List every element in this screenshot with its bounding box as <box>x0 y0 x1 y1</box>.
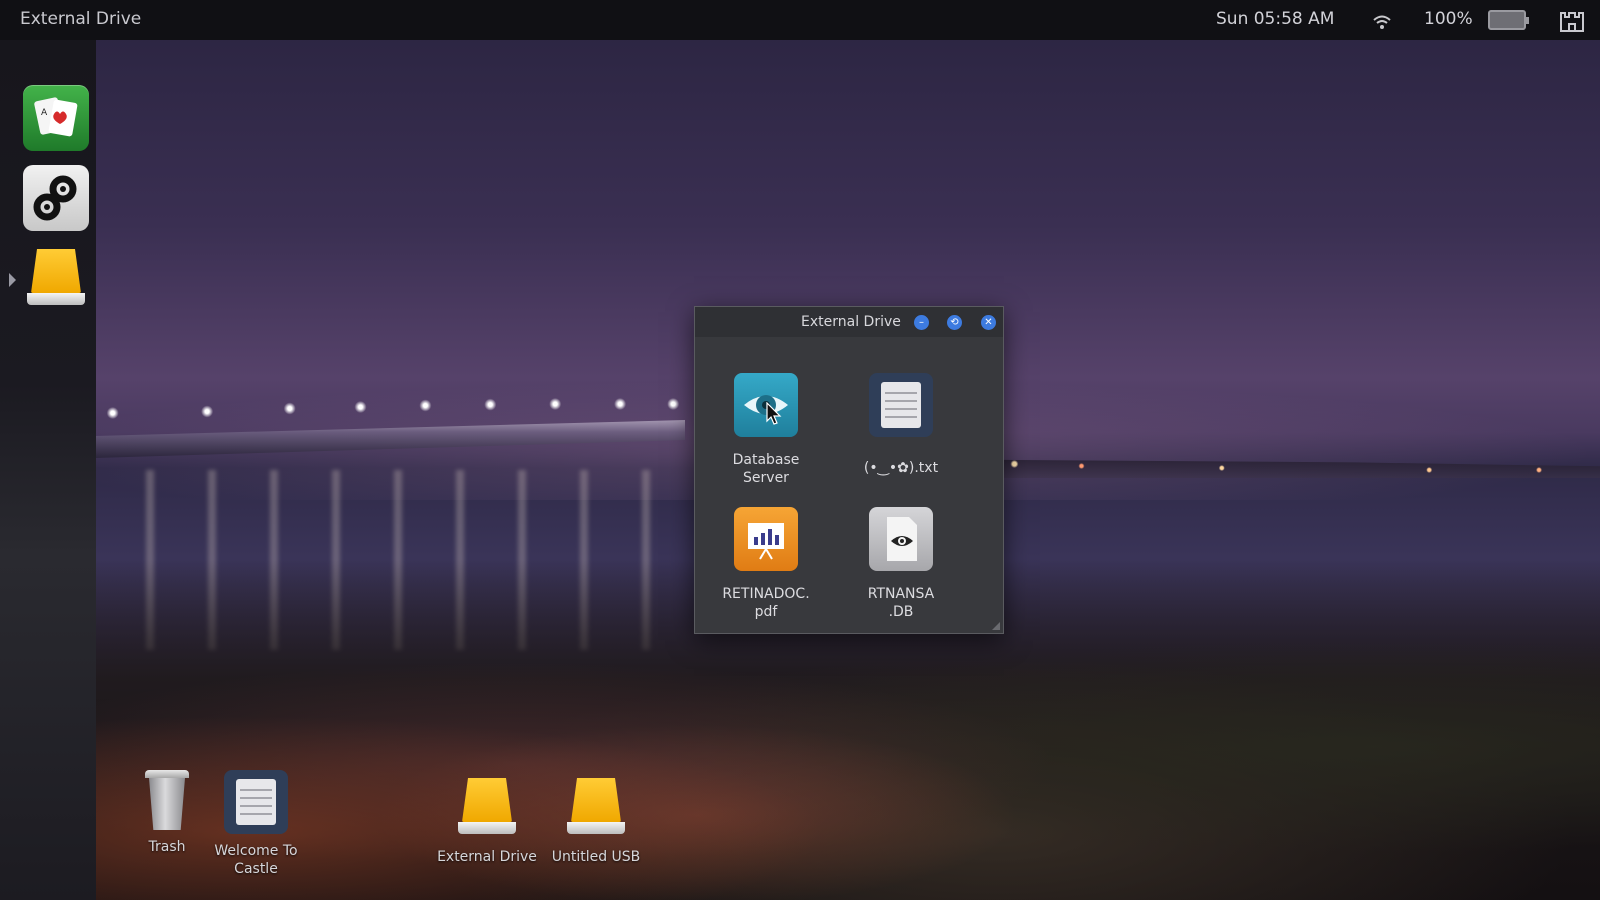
file-label: Database Server <box>732 452 800 486</box>
file-retinadoc-pdf[interactable]: RETINADOC. pdf <box>711 507 821 621</box>
desktop-welcome-document[interactable]: Welcome To Castle <box>201 770 311 878</box>
gears-icon <box>33 175 77 221</box>
active-indicator-icon <box>9 273 16 287</box>
presentation-chart-icon <box>734 507 798 571</box>
dock: A <box>0 40 96 900</box>
file-txt[interactable]: (•‿•✿).txt <box>846 373 956 477</box>
text-document-icon <box>224 770 288 834</box>
window-titlebar[interactable]: External Drive – ⟲ ✕ <box>695 307 1003 337</box>
battery-icon[interactable] <box>1488 10 1529 30</box>
drive-icon <box>458 778 516 834</box>
desktop-item-label: External Drive <box>437 849 537 865</box>
text-document-icon <box>869 373 933 437</box>
close-button[interactable]: ✕ <box>981 315 996 330</box>
eye-document-icon <box>869 507 933 571</box>
file-label: (•‿•✿).txt <box>863 460 939 476</box>
desktop-item-label: Welcome To Castle <box>214 843 298 877</box>
drive-icon <box>27 249 85 305</box>
active-window-title: External Drive <box>20 9 142 29</box>
file-rtnansa-db[interactable]: RTNANSA .DB <box>846 507 956 621</box>
file-label: RETINADOC. pdf <box>722 586 810 620</box>
file-database-server[interactable]: Database Server <box>711 373 821 487</box>
desktop-item-label: Untitled USB <box>551 849 641 865</box>
bridge-lights <box>95 395 685 425</box>
desktop-external-drive[interactable]: External Drive <box>432 778 542 866</box>
dock-solitaire[interactable]: A <box>23 85 89 151</box>
mouse-cursor-icon <box>766 402 782 425</box>
dock-external-drive[interactable] <box>23 245 89 311</box>
minimize-button[interactable]: – <box>914 315 929 330</box>
window-title: External Drive <box>801 314 901 330</box>
dock-settings[interactable] <box>23 165 89 231</box>
trash-icon <box>145 762 189 832</box>
clock[interactable]: Sun 05:58 AM <box>1216 9 1334 29</box>
battery-percentage: 100% <box>1424 9 1473 29</box>
shore-lights <box>990 456 1600 476</box>
file-label: RTNANSA .DB <box>867 586 935 620</box>
playing-cards-icon: A <box>34 97 78 137</box>
resize-grip[interactable] <box>992 622 1000 630</box>
maximize-button[interactable]: ⟲ <box>947 315 962 330</box>
svg-text:A: A <box>41 108 48 118</box>
drive-icon <box>567 778 625 834</box>
wifi-icon[interactable] <box>1372 12 1392 30</box>
top-bar: External Drive Sun 05:58 AM 100% <box>0 0 1600 40</box>
file-browser-window[interactable]: External Drive – ⟲ ✕ Database Server (•‿… <box>694 306 1004 634</box>
castle-icon[interactable] <box>1558 7 1586 33</box>
desktop-untitled-usb[interactable]: Untitled USB <box>541 778 651 866</box>
